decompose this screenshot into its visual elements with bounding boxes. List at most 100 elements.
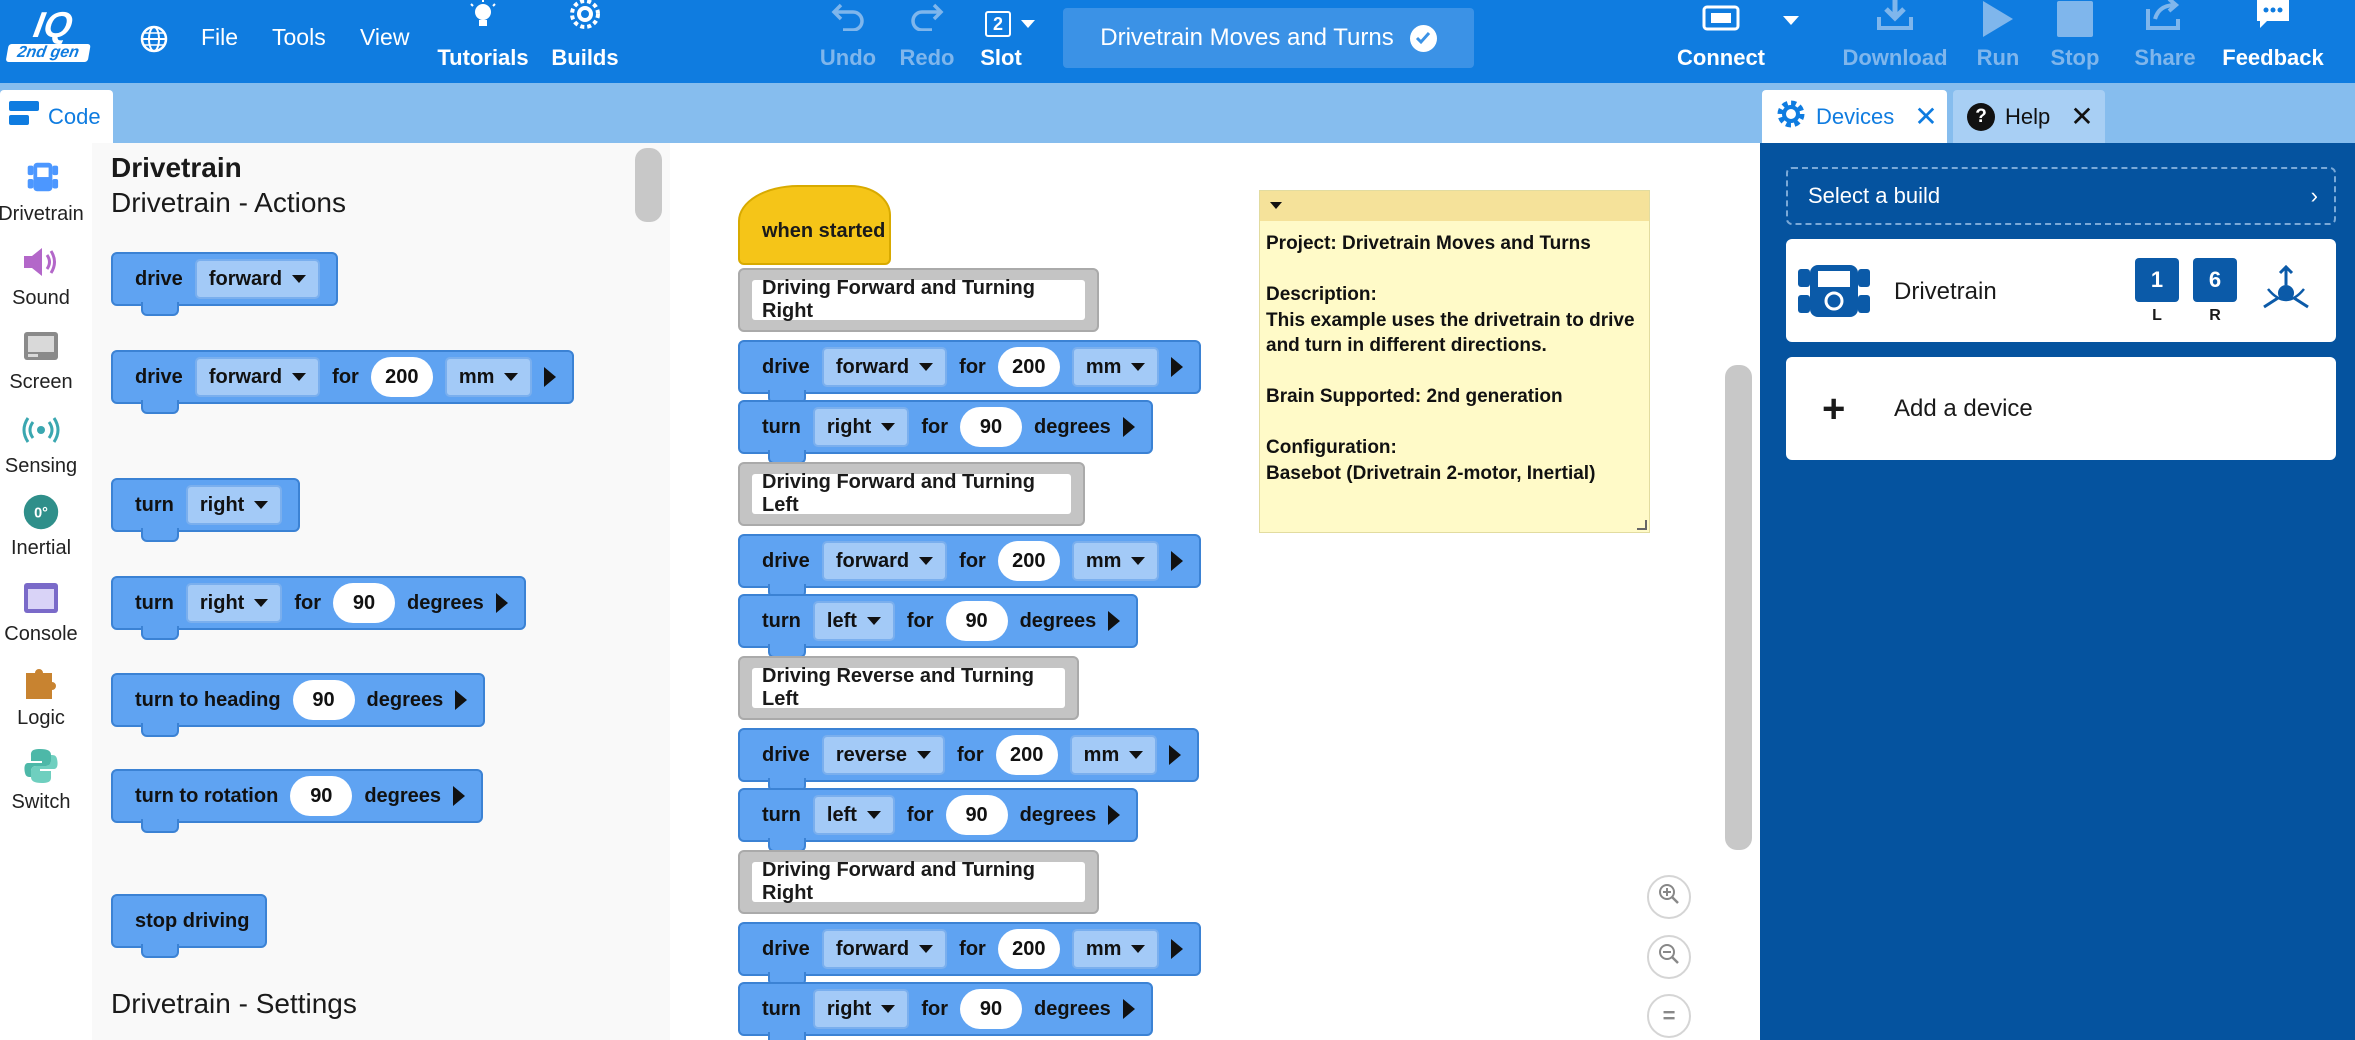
download-button[interactable]: Download <box>1842 0 1948 83</box>
toolbox-block-turn-for[interactable]: turn right for 90 degrees <box>111 576 526 640</box>
expand-arrow-icon[interactable] <box>1171 939 1184 959</box>
turn-dropdown[interactable]: right <box>812 989 910 1029</box>
comment-block[interactable]: Driving Reverse and Turning Left <box>738 656 1079 720</box>
distance-input[interactable]: 200 <box>370 357 433 397</box>
expand-arrow-icon[interactable] <box>1171 357 1184 377</box>
share-button[interactable]: Share <box>2134 0 2196 83</box>
toolbox-block-stop-driving[interactable]: stop driving <box>111 894 268 958</box>
direction-dropdown[interactable]: forward <box>821 929 948 969</box>
workspace-scrollbar[interactable] <box>1725 365 1752 850</box>
unit-dropdown[interactable]: mm <box>1071 929 1160 969</box>
toolbox-scrollbar[interactable] <box>635 148 662 222</box>
turn-dropdown[interactable]: right <box>185 583 283 623</box>
toolbox-block-turn[interactable]: turn right <box>111 478 301 542</box>
comment-block[interactable]: Driving Forward and Turning Left <box>738 462 1085 526</box>
expand-arrow-icon[interactable] <box>1122 999 1135 1019</box>
direction-dropdown[interactable]: forward <box>194 259 321 299</box>
turn-for-block[interactable]: turn left for 90 degrees <box>738 788 1139 852</box>
heading-input[interactable]: 90 <box>292 680 355 720</box>
unit-dropdown[interactable]: mm <box>1069 735 1158 775</box>
devices-close-icon[interactable]: ✕ <box>1914 100 1937 133</box>
note-collapse-icon[interactable] <box>1270 202 1282 209</box>
comment-text[interactable]: Driving Forward and Turning Left <box>752 471 1071 516</box>
stop-button[interactable]: Stop <box>2049 0 2101 83</box>
category-inertial[interactable]: 0° Inertial <box>0 493 82 560</box>
unit-dropdown[interactable]: mm <box>1071 541 1160 581</box>
port-right-badge[interactable]: 6 <box>2193 258 2237 302</box>
note-resize-handle-icon[interactable] <box>1637 520 1647 530</box>
toolbox-block-drive[interactable]: drive forward <box>111 252 339 316</box>
turn-dropdown[interactable]: right <box>812 407 910 447</box>
menu-view[interactable]: View <box>360 24 409 51</box>
distance-input[interactable]: 200 <box>995 735 1058 775</box>
angle-input[interactable]: 90 <box>960 407 1022 447</box>
zoom-out-button[interactable] <box>1647 935 1691 979</box>
direction-dropdown[interactable]: forward <box>194 357 321 397</box>
turn-dropdown[interactable]: left <box>812 795 895 835</box>
tab-code[interactable]: Code <box>0 90 113 143</box>
angle-input[interactable]: 90 <box>945 601 1008 641</box>
turn-dropdown[interactable]: right <box>185 485 283 525</box>
iq-logo[interactable]: IQ 2nd gen <box>1 4 101 66</box>
category-logic[interactable]: Logic <box>0 663 82 730</box>
drive-for-block[interactable]: drive reverse for 200 mm <box>738 728 1200 792</box>
connect-button[interactable]: Connect <box>1675 0 1767 83</box>
menu-tools[interactable]: Tools <box>272 24 326 51</box>
expand-arrow-icon[interactable] <box>455 690 468 710</box>
device-card-drivetrain[interactable]: Drivetrain <box>1786 239 2336 342</box>
builds-button[interactable]: Builds <box>548 0 622 83</box>
help-close-icon[interactable]: ✕ <box>2070 100 2093 133</box>
comment-text[interactable]: Driving Forward and Turning Right <box>752 277 1085 322</box>
expand-arrow-icon[interactable] <box>544 367 557 387</box>
distance-input[interactable]: 200 <box>997 347 1060 387</box>
expand-arrow-icon[interactable] <box>1169 745 1182 765</box>
undo-button[interactable]: Undo <box>818 0 878 83</box>
angle-input[interactable]: 90 <box>333 583 395 623</box>
toolbox-block-turn-to-heading[interactable]: turn to heading 90 degrees <box>111 673 486 737</box>
comment-block[interactable]: Driving Forward and Turning Right <box>738 268 1099 332</box>
comment-block[interactable]: Driving Forward and Turning Right <box>738 850 1099 914</box>
category-console[interactable]: Console <box>0 579 82 646</box>
tab-help[interactable]: ? Help ✕ <box>1953 90 2105 143</box>
feedback-button[interactable]: Feedback <box>2222 0 2324 83</box>
connect-chevron-down-icon[interactable] <box>1783 16 1799 25</box>
expand-arrow-icon[interactable] <box>1122 417 1135 437</box>
direction-dropdown[interactable]: reverse <box>821 735 945 775</box>
turn-for-block[interactable]: turn right for 90 degrees <box>738 400 1153 464</box>
port-left-badge[interactable]: 1 <box>2135 258 2179 302</box>
drive-for-block[interactable]: drive forward for 200 mm <box>738 534 1202 598</box>
project-note[interactable]: Project: Drivetrain Moves and Turns Desc… <box>1259 190 1650 533</box>
globe-icon[interactable] <box>139 24 169 54</box>
expand-arrow-icon[interactable] <box>1108 805 1121 825</box>
run-button[interactable]: Run <box>1973 0 2023 83</box>
category-sound[interactable]: Sound <box>0 243 82 310</box>
expand-arrow-icon[interactable] <box>1108 611 1121 631</box>
zoom-reset-button[interactable]: = <box>1647 994 1691 1038</box>
slot-selector[interactable]: 2 Slot <box>975 0 1045 83</box>
tutorials-button[interactable]: Tutorials <box>437 0 529 83</box>
rotation-input[interactable]: 90 <box>290 776 353 816</box>
turn-for-block[interactable]: turn right for 90 degrees <box>738 982 1153 1040</box>
tab-devices[interactable]: Devices ✕ <box>1762 90 1947 143</box>
category-screen[interactable]: Screen <box>0 327 82 394</box>
comment-text[interactable]: Driving Forward and Turning Right <box>752 859 1085 904</box>
expand-arrow-icon[interactable] <box>1171 551 1184 571</box>
when-started-block[interactable]: when started <box>738 185 891 265</box>
unit-dropdown[interactable]: mm <box>444 357 533 397</box>
category-sensing[interactable]: Sensing <box>0 411 82 478</box>
toolbox-block-turn-to-rotation[interactable]: turn to rotation 90 degrees <box>111 769 484 833</box>
direction-dropdown[interactable]: forward <box>821 347 948 387</box>
category-drivetrain[interactable]: Drivetrain <box>0 159 84 226</box>
redo-button[interactable]: Redo <box>897 0 957 83</box>
add-device-button[interactable]: + Add a device <box>1786 357 2336 460</box>
select-build-button[interactable]: Select a build › <box>1786 167 2336 225</box>
note-header[interactable] <box>1260 191 1649 221</box>
category-switch[interactable]: Switch <box>0 747 82 814</box>
toolbox-block-drive-for[interactable]: drive forward for 200 mm <box>111 350 575 414</box>
angle-input[interactable]: 90 <box>945 795 1008 835</box>
drive-for-block[interactable]: drive forward for 200 mm <box>738 340 1202 404</box>
direction-dropdown[interactable]: forward <box>821 541 948 581</box>
angle-input[interactable]: 90 <box>960 989 1022 1029</box>
expand-arrow-icon[interactable] <box>495 593 508 613</box>
zoom-in-button[interactable] <box>1647 875 1691 919</box>
